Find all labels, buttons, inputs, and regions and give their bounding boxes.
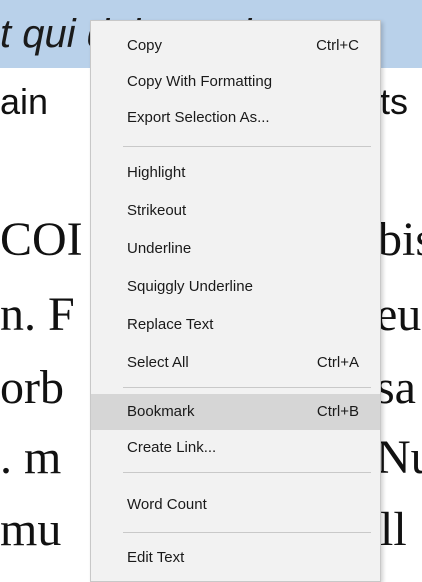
menu-separator [123, 472, 371, 473]
menu-item-export-selection[interactable]: Export Selection As... [91, 100, 380, 136]
menu-separator [123, 146, 371, 147]
menu-item-underline[interactable]: Underline [91, 231, 380, 267]
menu-item-label: Edit Text [127, 549, 185, 566]
menu-item-bookmark[interactable]: Bookmark Ctrl+B [91, 394, 380, 430]
menu-item-label: Word Count [127, 496, 207, 513]
menu-separator [123, 532, 371, 533]
document-line-5-right: sa [376, 361, 416, 414]
menu-item-word-count[interactable]: Word Count [91, 487, 380, 523]
document-line-6-right: Nu [376, 431, 422, 484]
document-line-4-right: eu [376, 288, 422, 341]
document-line-5-left: orb [0, 361, 64, 414]
menu-item-edit-text[interactable]: Edit Text [91, 540, 380, 576]
menu-item-copy[interactable]: Copy Ctrl+C [91, 28, 380, 64]
document-line-3-left: COI [0, 213, 83, 266]
document-line-2-right: ts [380, 81, 409, 122]
menu-item-replace-text[interactable]: Replace Text [91, 307, 380, 343]
menu-item-shortcut: Ctrl+A [316, 354, 359, 371]
menu-item-label: Underline [127, 240, 192, 257]
menu-item-label: Replace Text [127, 316, 214, 333]
menu-item-label: Copy [127, 37, 163, 54]
menu-item-label: Highlight [127, 164, 186, 181]
menu-item-create-link[interactable]: Create Link... [91, 430, 380, 466]
menu-item-squiggly-underline[interactable]: Squiggly Underline [91, 269, 380, 305]
menu-item-shortcut: Ctrl+B [316, 403, 359, 420]
menu-item-shortcut: Ctrl+C [316, 37, 359, 54]
menu-item-label: Bookmark [127, 403, 195, 420]
menu-item-label: Export Selection As... [127, 109, 270, 126]
menu-item-label: Create Link... [127, 439, 217, 456]
menu-item-label: Copy With Formatting [127, 73, 273, 90]
menu-item-select-all[interactable]: Select All Ctrl+A [91, 345, 380, 381]
menu-item-label: Squiggly Underline [127, 278, 253, 295]
document-line-4-left: n. F [0, 288, 75, 341]
menu-item-label: Select All [127, 354, 189, 371]
document-line-7-right: ll [380, 503, 407, 556]
document-line-7-left: mu [0, 503, 62, 556]
document-line-3-right: bis [378, 213, 422, 266]
menu-item-highlight[interactable]: Highlight [91, 155, 380, 191]
menu-separator [123, 387, 371, 388]
document-line-6-left: . m [0, 431, 62, 484]
menu-item-strikeout[interactable]: Strikeout [91, 193, 380, 229]
menu-item-label: Strikeout [127, 202, 187, 219]
context-menu: Copy Ctrl+C Copy With Formatting Export … [90, 20, 381, 582]
document-line-2-left: ain [0, 81, 49, 122]
menu-item-copy-with-formatting[interactable]: Copy With Formatting [91, 64, 380, 100]
